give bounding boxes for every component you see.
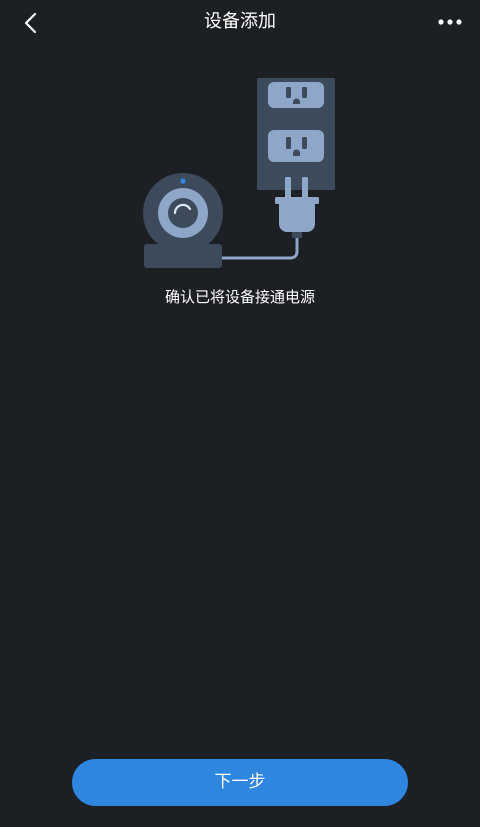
power-outlet-icon [257, 78, 335, 190]
camera-plug-outlet-illustration [130, 70, 350, 275]
camera-icon [143, 173, 223, 268]
more-dots-icon [438, 19, 462, 25]
next-step-button[interactable]: 下一步 [72, 759, 408, 806]
page-title: 设备添加 [204, 11, 276, 32]
top-nav-bar: 设备添加 [0, 0, 480, 46]
more-options-button[interactable] [436, 10, 464, 34]
power-instruction-text: 确认已将设备接通电源 [164, 288, 315, 306]
